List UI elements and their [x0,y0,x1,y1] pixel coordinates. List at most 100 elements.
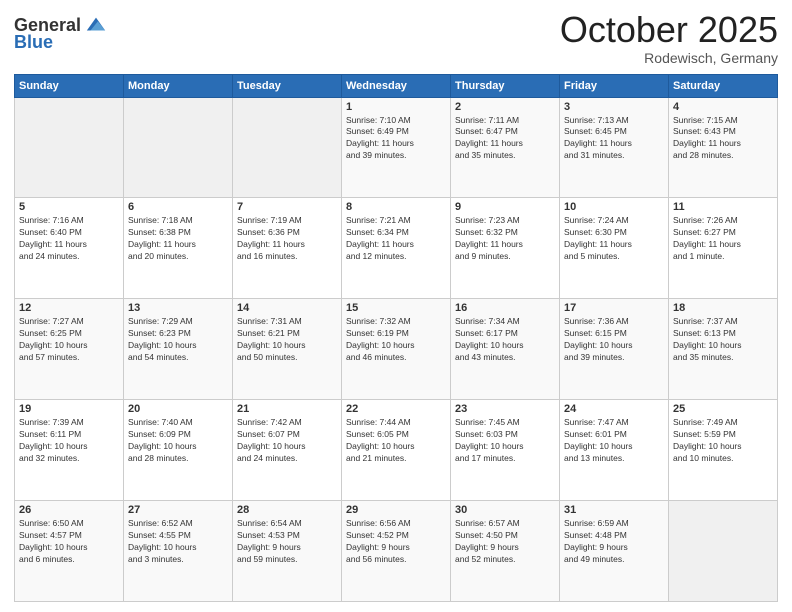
day-info: Sunrise: 7:47 AMSunset: 6:01 PMDaylight:… [564,417,664,465]
day-number: 3 [564,101,664,113]
weekday-header: Tuesday [233,74,342,97]
calendar-day-cell: 11 Sunrise: 7:26 AMSunset: 6:27 PMDayligh… [669,198,778,299]
calendar-day-cell: 23Sunrise: 7:45 AMSunset: 6:03 PMDayligh… [451,400,560,501]
day-info: Sunrise: 7:11 AMSunset: 6:47 PMDaylight:… [455,115,555,163]
day-info: Sunrise: 7:26 AMSunset: 6:27 PMDaylight:… [673,215,773,263]
calendar-header-row: SundayMondayTuesdayWednesdayThursdayFrid… [15,74,778,97]
day-info: Sunrise: 7:21 AMSunset: 6:34 PMDaylight:… [346,215,446,263]
day-number: 24 [564,403,664,415]
calendar-day-cell: 21 Sunrise: 7:42 AMSunset: 6:07 PMDayligh… [233,400,342,501]
day-number: 17 [564,302,664,314]
weekday-header: Sunday [15,74,124,97]
calendar-day-cell: 7 Sunrise: 7:19 AMSunset: 6:36 PMDaylight… [233,198,342,299]
day-number: 10 [564,201,664,213]
calendar-day-cell: 15 Sunrise: 7:32 AMSunset: 6:19 PMDayligh… [342,299,451,400]
day-number: 27 [128,504,228,516]
day-info: Sunrise: 6:56 AMSunset: 4:52 PMDaylight:… [346,518,446,566]
calendar-day-cell: 13 Sunrise: 7:29 AMSunset: 6:23 PMDayligh… [124,299,233,400]
day-info: Sunrise: 7:42 AMSunset: 6:07 PMDaylight:… [237,417,337,465]
day-number: 25 [673,403,773,415]
day-number: 4 [673,101,773,113]
day-info: Sunrise: 7:32 AMSunset: 6:19 PMDaylight:… [346,316,446,364]
calendar-week-row: 19 Sunrise: 7:39 AMSunset: 6:11 PMDayligh… [15,400,778,501]
day-number: 12 [19,302,119,314]
calendar-day-cell: 6 Sunrise: 7:18 AMSunset: 6:38 PMDaylight… [124,198,233,299]
calendar-day-cell: 18 Sunrise: 7:37 AMSunset: 6:13 PMDayligh… [669,299,778,400]
calendar-day-cell: 20Sunrise: 7:40 AMSunset: 6:09 PMDayligh… [124,400,233,501]
calendar-day-cell: 5 Sunrise: 7:16 AMSunset: 6:40 PMDaylight… [15,198,124,299]
day-info: Sunrise: 7:19 AMSunset: 6:36 PMDaylight:… [237,215,337,263]
calendar-day-cell: 31Sunrise: 6:59 AMSunset: 4:48 PMDayligh… [560,501,669,602]
day-number: 18 [673,302,773,314]
day-number: 13 [128,302,228,314]
weekday-header: Monday [124,74,233,97]
day-info: Sunrise: 7:15 AMSunset: 6:43 PMDaylight:… [673,115,773,163]
calendar-day-cell: 1Sunrise: 7:10 AMSunset: 6:49 PMDaylight… [342,97,451,198]
location: Rodewisch, Germany [560,50,778,66]
calendar-day-cell: 28 Sunrise: 6:54 AMSunset: 4:53 PMDayligh… [233,501,342,602]
calendar-week-row: 5 Sunrise: 7:16 AMSunset: 6:40 PMDaylight… [15,198,778,299]
day-number: 15 [346,302,446,314]
calendar-day-cell: 16Sunrise: 7:34 AMSunset: 6:17 PMDayligh… [451,299,560,400]
day-info: Sunrise: 7:18 AMSunset: 6:38 PMDaylight:… [128,215,228,263]
day-number: 11 [673,201,773,213]
day-info: Sunrise: 7:37 AMSunset: 6:13 PMDaylight:… [673,316,773,364]
day-number: 22 [346,403,446,415]
day-info: Sunrise: 7:13 AMSunset: 6:45 PMDaylight:… [564,115,664,163]
calendar-day-cell [233,97,342,198]
day-info: Sunrise: 7:45 AMSunset: 6:03 PMDaylight:… [455,417,555,465]
day-info: Sunrise: 7:29 AMSunset: 6:23 PMDaylight:… [128,316,228,364]
day-info: Sunrise: 7:24 AMSunset: 6:30 PMDaylight:… [564,215,664,263]
calendar-day-cell: 3 Sunrise: 7:13 AMSunset: 6:45 PMDaylight… [560,97,669,198]
day-info: Sunrise: 7:34 AMSunset: 6:17 PMDaylight:… [455,316,555,364]
logo-icon [85,14,107,36]
day-number: 21 [237,403,337,415]
calendar-day-cell: 26 Sunrise: 6:50 AMSunset: 4:57 PMDayligh… [15,501,124,602]
day-info: Sunrise: 6:50 AMSunset: 4:57 PMDaylight:… [19,518,119,566]
calendar-day-cell: 2Sunrise: 7:11 AMSunset: 6:47 PMDaylight… [451,97,560,198]
day-info: Sunrise: 7:31 AMSunset: 6:21 PMDaylight:… [237,316,337,364]
calendar-day-cell [669,501,778,602]
day-info: Sunrise: 6:52 AMSunset: 4:55 PMDaylight:… [128,518,228,566]
weekday-header: Thursday [451,74,560,97]
day-number: 6 [128,201,228,213]
day-number: 1 [346,101,446,113]
day-number: 5 [19,201,119,213]
day-number: 20 [128,403,228,415]
calendar-day-cell: 8 Sunrise: 7:21 AMSunset: 6:34 PMDaylight… [342,198,451,299]
weekday-header: Saturday [669,74,778,97]
day-info: Sunrise: 6:57 AMSunset: 4:50 PMDaylight:… [455,518,555,566]
calendar-week-row: 1Sunrise: 7:10 AMSunset: 6:49 PMDaylight… [15,97,778,198]
calendar-table: SundayMondayTuesdayWednesdayThursdayFrid… [14,74,778,602]
header: General Blue October 2025 Rodewisch, Ger… [14,10,778,66]
day-info: Sunrise: 7:39 AMSunset: 6:11 PMDaylight:… [19,417,119,465]
day-info: Sunrise: 6:54 AMSunset: 4:53 PMDaylight:… [237,518,337,566]
day-number: 30 [455,504,555,516]
calendar-day-cell: 17Sunrise: 7:36 AMSunset: 6:15 PMDayligh… [560,299,669,400]
day-number: 14 [237,302,337,314]
calendar-day-cell: 9 Sunrise: 7:23 AMSunset: 6:32 PMDaylight… [451,198,560,299]
day-info: Sunrise: 7:16 AMSunset: 6:40 PMDaylight:… [19,215,119,263]
day-number: 9 [455,201,555,213]
day-number: 19 [19,403,119,415]
day-info: Sunrise: 7:27 AMSunset: 6:25 PMDaylight:… [19,316,119,364]
calendar-day-cell: 14 Sunrise: 7:31 AMSunset: 6:21 PMDayligh… [233,299,342,400]
calendar-day-cell: 22Sunrise: 7:44 AMSunset: 6:05 PMDayligh… [342,400,451,501]
calendar-day-cell: 10 Sunrise: 7:24 AMSunset: 6:30 PMDayligh… [560,198,669,299]
calendar-week-row: 26 Sunrise: 6:50 AMSunset: 4:57 PMDayligh… [15,501,778,602]
calendar-day-cell: 4 Sunrise: 7:15 AMSunset: 6:43 PMDaylight… [669,97,778,198]
day-number: 26 [19,504,119,516]
calendar-day-cell: 12 Sunrise: 7:27 AMSunset: 6:25 PMDayligh… [15,299,124,400]
calendar-day-cell: 19 Sunrise: 7:39 AMSunset: 6:11 PMDayligh… [15,400,124,501]
calendar-day-cell: 29Sunrise: 6:56 AMSunset: 4:52 PMDayligh… [342,501,451,602]
weekday-header: Friday [560,74,669,97]
calendar-day-cell [15,97,124,198]
calendar-week-row: 12 Sunrise: 7:27 AMSunset: 6:25 PMDayligh… [15,299,778,400]
day-info: Sunrise: 7:23 AMSunset: 6:32 PMDaylight:… [455,215,555,263]
day-info: Sunrise: 7:49 AMSunset: 5:59 PMDaylight:… [673,417,773,465]
day-number: 7 [237,201,337,213]
day-info: Sunrise: 6:59 AMSunset: 4:48 PMDaylight:… [564,518,664,566]
page: General Blue October 2025 Rodewisch, Ger… [0,0,792,612]
day-number: 28 [237,504,337,516]
day-number: 8 [346,201,446,213]
